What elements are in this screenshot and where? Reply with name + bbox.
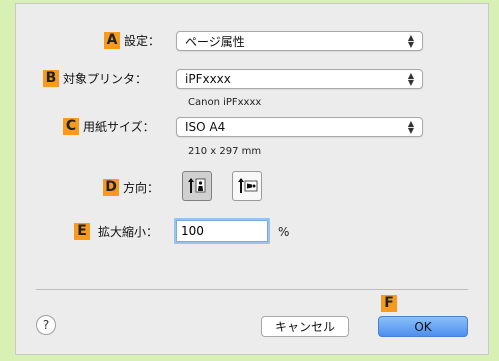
divider [36, 289, 468, 290]
settings-value: ページ属性 [185, 34, 245, 49]
orientation-row: D 方向： [103, 179, 159, 196]
popup-arrows-icon: ▲ ▼ [407, 33, 414, 49]
printer-popup[interactable]: iPFxxxx ▲ ▼ [176, 69, 423, 89]
ok-button[interactable]: OK [378, 316, 468, 337]
popup-arrows-icon: ▲ ▼ [407, 119, 414, 135]
paper-size-row: C 用紙サイズ： [63, 118, 155, 135]
badge-d: D [103, 179, 119, 196]
scale-unit: % [278, 225, 290, 239]
orientation-label: 方向： [123, 181, 160, 195]
printer-value: iPFxxxx [185, 72, 231, 86]
page-setup-dialog: A 設定： ページ属性 ▲ ▼ B 対象プリンタ： iPFxxxx ▲ ▼ Cano… [15, 3, 489, 355]
popup-arrows-icon: ▲ ▼ [407, 71, 414, 87]
badge-b: B [43, 70, 59, 87]
scale-label: 拡大縮小： [98, 225, 159, 239]
badge-e: E [74, 223, 90, 240]
badge-a: A [104, 32, 120, 49]
scale-input[interactable]: 100 [176, 220, 268, 242]
printer-row: B 対象プリンタ： [43, 70, 147, 87]
settings-row: A 設定： [104, 32, 160, 49]
orientation-landscape-button[interactable] [232, 171, 262, 201]
printer-subtext: Canon iPFxxxx [188, 97, 262, 108]
cancel-button[interactable]: キャンセル [261, 316, 349, 337]
settings-popup[interactable]: ページ属性 ▲ ▼ [176, 31, 423, 51]
printer-label: 対象プリンタ： [63, 72, 148, 86]
badge-f: F [381, 295, 397, 312]
landscape-orientation-icon [238, 178, 258, 193]
help-button[interactable]: ? [36, 315, 56, 335]
paper-size-value: ISO A4 [185, 120, 226, 134]
orientation-portrait-button[interactable] [182, 171, 212, 201]
paper-size-label: 用紙サイズ： [83, 120, 155, 134]
badge-c: C [63, 118, 79, 135]
scale-row: E 拡大縮小： [74, 223, 158, 240]
settings-label: 設定： [124, 34, 161, 48]
paper-dimensions: 210 x 297 mm [188, 146, 262, 157]
portrait-orientation-icon [188, 178, 206, 193]
paper-size-popup[interactable]: ISO A4 ▲ ▼ [176, 117, 423, 137]
